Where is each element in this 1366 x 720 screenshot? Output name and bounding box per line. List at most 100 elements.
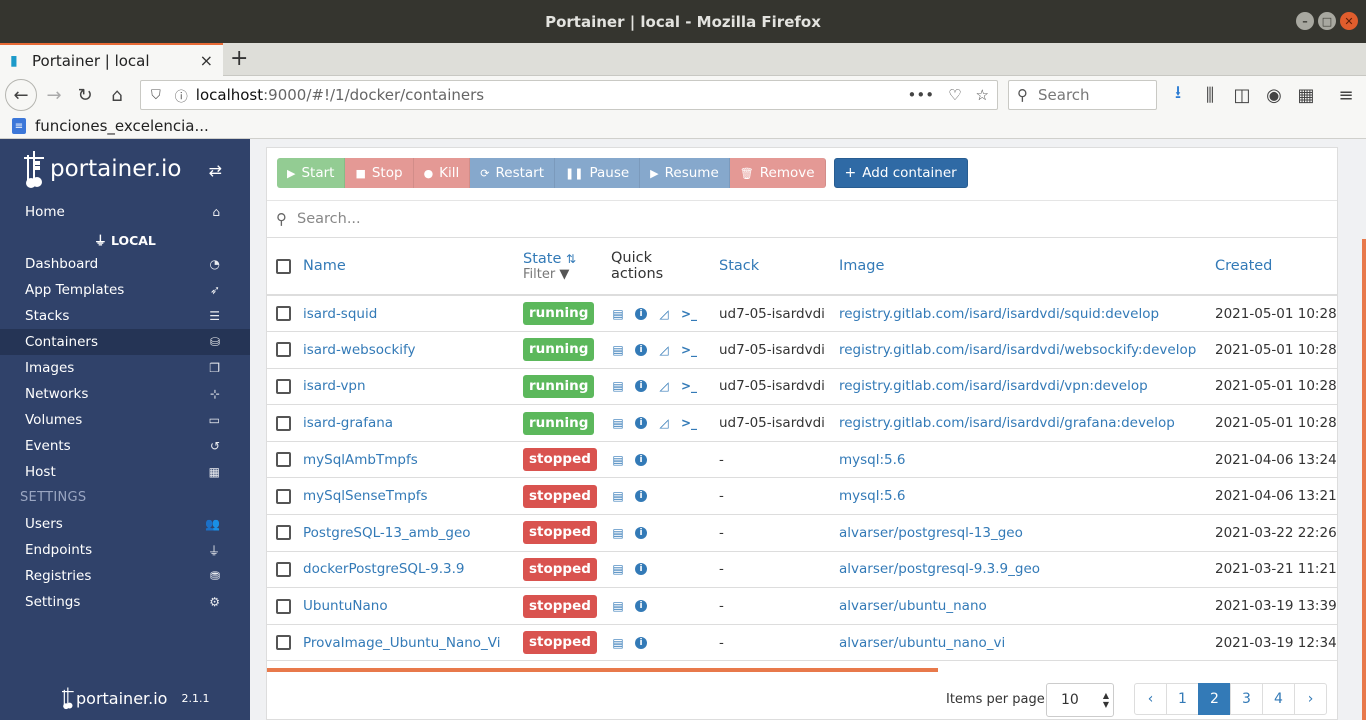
sort-icon[interactable]: ⇅ [566, 252, 576, 266]
resume-button[interactable]: ▶ Resume [640, 158, 730, 188]
forward-icon[interactable]: → [42, 83, 66, 107]
table-row[interactable]: dockerPostgreSQL-9.3.9 stopped ▤ i - alv… [267, 551, 1337, 589]
inspect-icon[interactable]: i [635, 380, 647, 393]
inspect-icon[interactable]: i [635, 343, 647, 356]
restart-button[interactable]: ⟳ Restart [470, 158, 556, 188]
sidebar-item-settings[interactable]: Settings ⚙ [0, 589, 250, 615]
column-stack[interactable]: Stack [719, 238, 839, 296]
table-row[interactable]: UbuntuNano stopped ▤ i - alvarser/ubuntu… [267, 587, 1337, 625]
container-name-link[interactable]: ProvaImage_Ubuntu_Nano_Vi [303, 635, 501, 651]
sidebar-icon[interactable]: ◫ [1230, 83, 1254, 107]
tracking-shield-icon[interactable]: ⛉ [151, 88, 161, 103]
image-link[interactable]: alvarser/postgresql-9.3.9_geo [839, 561, 1040, 577]
minimize-icon[interactable]: – [1296, 12, 1314, 30]
image-link[interactable]: registry.gitlab.com/isard/isardvdi/vpn:d… [839, 378, 1148, 394]
table-row[interactable]: PostgreSQL-13_amb_geo stopped ▤ i - alva… [267, 514, 1337, 552]
row-checkbox[interactable] [276, 488, 291, 504]
image-link[interactable]: registry.gitlab.com/isard/isardvdi/grafa… [839, 415, 1175, 431]
page-button-4[interactable]: 4 [1262, 683, 1295, 715]
table-row[interactable]: mySqlSenseTmpfs stopped ▤ i - mysql:5.6 … [267, 477, 1337, 516]
logs-icon[interactable]: ▤ [611, 636, 625, 650]
logs-icon[interactable]: ▤ [611, 379, 625, 393]
column-state[interactable]: State ⇅ Filter ▼ [523, 238, 611, 296]
logs-icon[interactable]: ▤ [611, 562, 625, 576]
sidebar-item-app-templates[interactable]: App Templates ➶ [0, 277, 250, 303]
logs-icon[interactable]: ▤ [611, 489, 625, 503]
container-name-link[interactable]: isard-websockify [303, 342, 416, 358]
inspect-icon[interactable]: i [635, 526, 647, 539]
image-link[interactable]: mysql:5.6 [839, 452, 906, 468]
container-name-link[interactable]: isard-grafana [303, 415, 393, 431]
reload-icon[interactable]: ↻ [73, 83, 97, 107]
home-icon[interactable]: ⌂ [105, 83, 129, 107]
sidebar-item-stacks[interactable]: Stacks ☰ [0, 303, 250, 329]
stop-button[interactable]: ■ Stop [345, 158, 414, 188]
row-checkbox[interactable] [276, 635, 291, 651]
brand-logo[interactable]: portainer.io [24, 147, 181, 191]
add-container-button[interactable]: + Add container [833, 158, 968, 188]
select-all-checkbox[interactable] [276, 258, 291, 274]
bookmark-item[interactable]: funciones_excelencia... [35, 117, 209, 135]
console-icon[interactable]: >_ [681, 379, 697, 393]
inspect-icon[interactable]: i [635, 307, 647, 320]
inspect-icon[interactable]: i [635, 417, 647, 430]
page-button-1[interactable]: 1 [1166, 683, 1199, 715]
table-row[interactable]: mySqlAmbTmpfs stopped ▤ i - mysql:5.6 20… [267, 441, 1337, 479]
sidebar-item-dashboard[interactable]: Dashboard ◔ [0, 251, 250, 277]
inspect-icon[interactable]: i [635, 453, 647, 466]
row-checkbox[interactable] [276, 598, 291, 614]
horizontal-scrollbar[interactable] [267, 668, 938, 672]
vertical-scrollbar[interactable] [1362, 239, 1366, 720]
sidebar-item-images[interactable]: Images ❐ [0, 355, 250, 381]
sidebar-item-home[interactable]: Home ⌂ [0, 199, 250, 225]
row-checkbox[interactable] [276, 561, 291, 577]
page-button-3[interactable]: 3 [1230, 683, 1263, 715]
sidebar-item-containers[interactable]: Containers ⛁ [0, 329, 250, 355]
site-info-icon[interactable]: ⓘ [175, 86, 188, 105]
new-tab-icon[interactable]: + [230, 46, 248, 71]
row-checkbox[interactable] [276, 452, 291, 468]
console-icon[interactable]: >_ [681, 307, 697, 321]
container-name-link[interactable]: dockerPostgreSQL-9.3.9 [303, 561, 465, 577]
column-image[interactable]: Image [839, 238, 1215, 296]
page-actions-icon[interactable]: ••• [908, 86, 935, 104]
library-icon[interactable]: ⫼ [1198, 83, 1222, 107]
close-tab-icon[interactable]: × [200, 51, 213, 70]
row-checkbox[interactable] [276, 415, 291, 431]
remove-button[interactable]: 🗑 Remove [729, 158, 826, 188]
console-icon[interactable]: >_ [681, 343, 697, 357]
menu-icon[interactable]: ≡ [1334, 83, 1358, 107]
pause-button[interactable]: ❚❚ Pause [555, 158, 641, 188]
close-window-icon[interactable]: ✕ [1340, 12, 1358, 30]
inspect-icon[interactable]: i [635, 600, 647, 613]
image-link[interactable]: mysql:5.6 [839, 488, 906, 504]
sidebar-item-endpoints[interactable]: Endpoints ⏚ [0, 537, 250, 563]
image-link[interactable]: registry.gitlab.com/isard/isardvdi/squid… [839, 306, 1159, 322]
logs-icon[interactable]: ▤ [611, 343, 625, 357]
table-row[interactable]: ProvaImage_Ubuntu_Nano_Vi stopped ▤ i - … [267, 624, 1337, 662]
kill-button[interactable]: ● Kill [413, 158, 471, 188]
browser-tab[interactable]: ▮ Portainer | local × [0, 43, 223, 76]
toggle-sidebar-icon[interactable]: ⇄ [209, 161, 222, 180]
column-name[interactable]: Name [303, 238, 523, 296]
image-link[interactable]: alvarser/ubuntu_nano [839, 598, 987, 614]
container-name-link[interactable]: isard-vpn [303, 378, 366, 394]
table-row[interactable]: isard-vpn running ▤ i ◿ >_ ud7-05-isardvd… [267, 368, 1337, 406]
logs-icon[interactable]: ▤ [611, 416, 625, 430]
row-checkbox[interactable] [276, 525, 291, 541]
image-link[interactable]: registry.gitlab.com/isard/isardvdi/webso… [839, 342, 1196, 358]
table-row[interactable]: isard-grafana running ▤ i ◿ >_ ud7-05-isa… [267, 404, 1337, 442]
container-name-link[interactable]: mySqlSenseTmpfs [303, 488, 428, 504]
sidebar-item-registries[interactable]: Registries ⛃ [0, 563, 250, 589]
back-icon[interactable]: ← [5, 79, 37, 111]
logs-icon[interactable]: ▤ [611, 526, 625, 540]
container-name-link[interactable]: UbuntuNano [303, 598, 388, 614]
logs-icon[interactable]: ▤ [611, 453, 625, 467]
table-search-input[interactable]: ⚲ Search... [267, 200, 1337, 238]
stats-icon[interactable]: ◿ [657, 307, 671, 321]
column-created[interactable]: Created [1215, 238, 1337, 296]
stats-icon[interactable]: ◿ [657, 379, 671, 393]
inspect-icon[interactable]: i [635, 490, 647, 503]
inspect-icon[interactable]: i [635, 636, 647, 649]
extensions-grid-icon[interactable]: ▦ [1294, 83, 1318, 107]
